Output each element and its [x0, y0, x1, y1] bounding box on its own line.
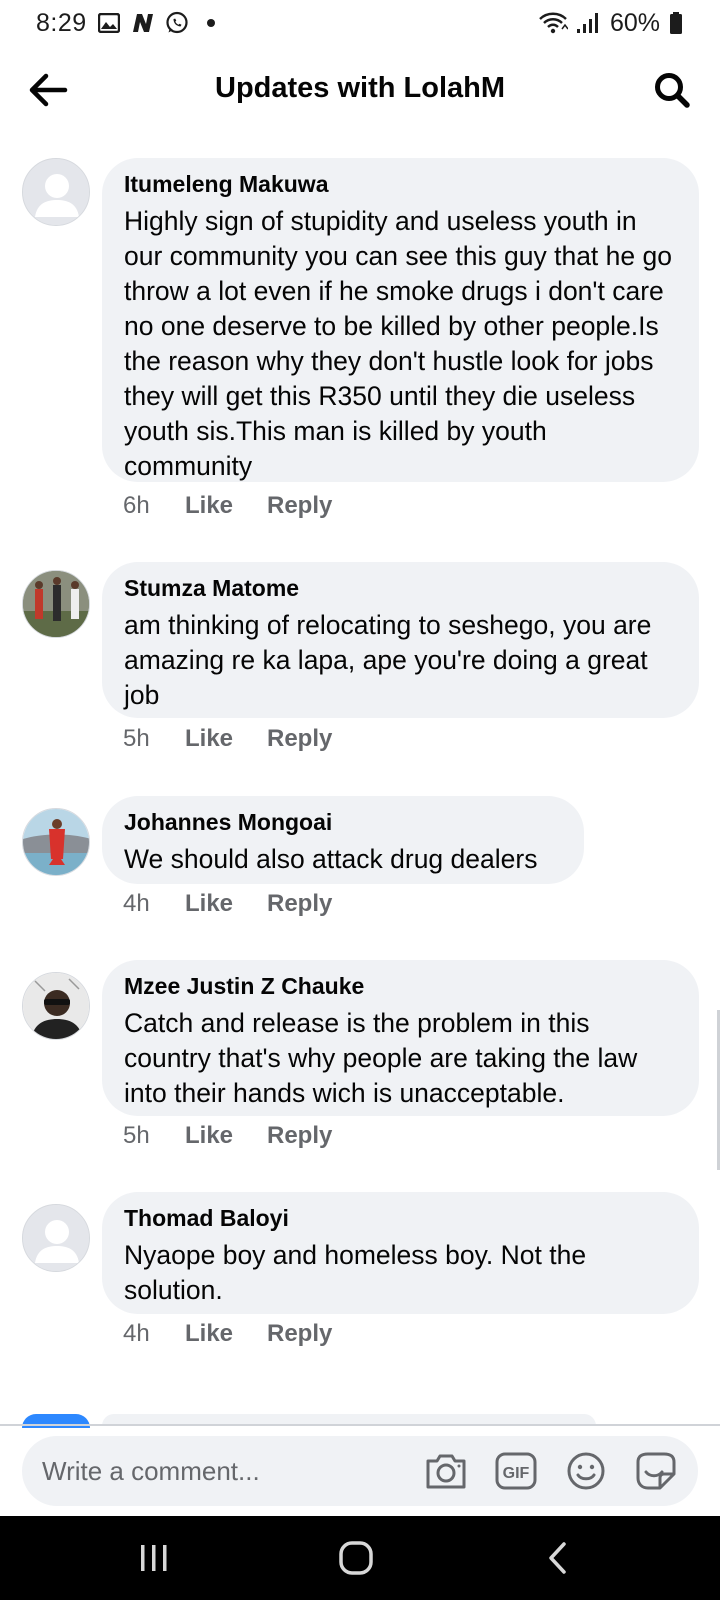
- recent-apps-icon[interactable]: [114, 1536, 194, 1580]
- battery-percent: 60%: [609, 8, 660, 37]
- reply-button[interactable]: Reply: [267, 890, 332, 918]
- n-app-icon: [131, 11, 155, 35]
- status-time: 8:29: [36, 8, 87, 37]
- like-button[interactable]: Like: [185, 1320, 267, 1348]
- composer-icons: GIF: [422, 1447, 680, 1495]
- like-button[interactable]: Like: [185, 492, 267, 520]
- like-button[interactable]: Like: [185, 725, 267, 753]
- page-title: Updates with LolahM: [215, 72, 505, 104]
- avatar-photo[interactable]: [22, 972, 90, 1040]
- comment-actions: 6h Like Reply: [123, 492, 332, 520]
- comment-actions: 4h Like Reply: [123, 890, 332, 918]
- avatar-photo-icon: [23, 973, 89, 1039]
- status-right: 60%: [538, 9, 684, 38]
- comment-text: Highly sign of stupidity and useless you…: [124, 206, 672, 481]
- like-button[interactable]: Like: [185, 890, 267, 918]
- comment-author[interactable]: Thomad Baloyi: [124, 1206, 677, 1230]
- search-button[interactable]: [650, 68, 694, 112]
- sticker-icon[interactable]: [632, 1447, 680, 1495]
- comment-author[interactable]: Johannes Mongoai: [124, 810, 562, 834]
- default-avatar-icon: [23, 1205, 89, 1271]
- search-icon: [655, 73, 690, 108]
- wifi-icon: [538, 11, 568, 35]
- gallery-icon: [97, 11, 121, 35]
- signal-icon: [576, 11, 602, 35]
- comment-text: Nyaope boy and homeless boy. Not the sol…: [124, 1240, 587, 1305]
- comment-actions: 5h Like Reply: [123, 1122, 332, 1150]
- avatar-photo[interactable]: [22, 570, 90, 638]
- comment-text: We should also attack drug dealers: [124, 844, 538, 874]
- system-nav-bar: [0, 1516, 720, 1600]
- comment-bubble[interactable]: Johannes Mongoai We should also attack d…: [102, 796, 584, 884]
- reply-button[interactable]: Reply: [267, 1122, 332, 1150]
- comment-bubble[interactable]: Itumeleng Makuwa Highly sign of stupidit…: [102, 158, 699, 482]
- avatar-photo-icon: [23, 571, 89, 637]
- comment-author[interactable]: Stumza Matome: [124, 576, 677, 600]
- comment-bubble[interactable]: Mzee Justin Z Chauke Catch and release i…: [102, 960, 699, 1116]
- header: Updates with LolahM: [0, 60, 720, 120]
- reply-button[interactable]: Reply: [267, 725, 332, 753]
- camera-icon[interactable]: [422, 1447, 470, 1495]
- avatar-photo-icon: [23, 809, 89, 875]
- comment-input[interactable]: Write a comment...: [42, 1456, 422, 1487]
- comment-author[interactable]: Mzee Justin Z Chauke: [124, 974, 677, 998]
- composer-divider: [0, 1424, 720, 1426]
- default-avatar-icon: [23, 159, 89, 225]
- comment-text: am thinking of relocating to seshego, yo…: [124, 610, 652, 710]
- comment-time: 5h: [123, 725, 150, 752]
- comment-author[interactable]: Itumeleng Makuwa: [124, 172, 677, 196]
- gif-icon[interactable]: GIF: [492, 1447, 540, 1495]
- like-button[interactable]: Like: [185, 1122, 267, 1150]
- comment-actions: 4h Like Reply: [123, 1320, 332, 1348]
- notification-dot-icon: [199, 11, 223, 35]
- status-bar: 8:29 60%: [0, 0, 720, 46]
- comments-list: Itumeleng Makuwa Highly sign of stupidit…: [0, 150, 720, 1424]
- whatsapp-icon: [165, 11, 189, 35]
- battery-icon: [668, 11, 684, 35]
- comment-time: 4h: [123, 890, 150, 917]
- reply-button[interactable]: Reply: [267, 1320, 332, 1348]
- home-icon[interactable]: [316, 1536, 396, 1580]
- avatar-photo[interactable]: [22, 808, 90, 876]
- back-icon[interactable]: [518, 1536, 598, 1580]
- comment-time: 6h: [123, 492, 150, 519]
- status-left: 8:29: [36, 9, 223, 38]
- avatar-default[interactable]: [22, 1204, 90, 1272]
- emoji-icon[interactable]: [562, 1447, 610, 1495]
- comment-time: 4h: [123, 1320, 150, 1347]
- reply-button[interactable]: Reply: [267, 492, 332, 520]
- comment-actions: 5h Like Reply: [123, 725, 332, 753]
- comment-bubble[interactable]: Thomad Baloyi Nyaope boy and homeless bo…: [102, 1192, 699, 1314]
- comment-bubble[interactable]: Stumza Matome am thinking of relocating …: [102, 562, 699, 718]
- comment-time: 5h: [123, 1122, 150, 1149]
- gif-label: GIF: [503, 1465, 530, 1482]
- comment-composer[interactable]: Write a comment... GIF: [22, 1436, 698, 1506]
- comment-text: Catch and release is the problem in this…: [124, 1008, 638, 1108]
- avatar-default[interactable]: [22, 158, 90, 226]
